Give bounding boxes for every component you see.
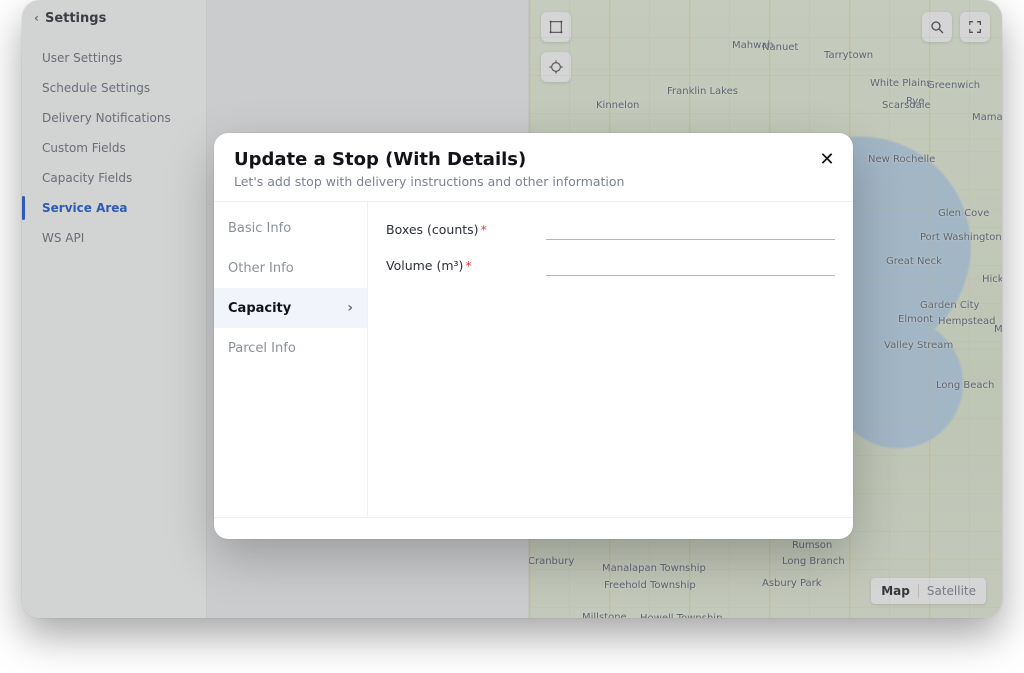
- map-city-label: Kinnelon: [596, 100, 639, 111]
- sidebar-item-custom-fields[interactable]: Custom Fields: [22, 134, 206, 162]
- field-row-boxes: Boxes (counts)*: [386, 218, 835, 240]
- map-city-label: Great Neck: [886, 256, 942, 267]
- crosshair-icon: [548, 59, 564, 75]
- polygon-icon: [548, 19, 564, 35]
- map-city-label: Long Beach: [936, 380, 994, 391]
- map-type-toggle[interactable]: Map Satellite: [871, 578, 986, 604]
- map-city-label: Franklin Lakes: [667, 86, 738, 97]
- map-city-label: Rumson: [792, 540, 832, 551]
- map-city-label: Nanuet: [762, 42, 798, 53]
- map-city-label: Elmont: [898, 314, 933, 325]
- tab-basic-info[interactable]: Basic Info: [214, 208, 367, 248]
- modal-subtitle: Let's add stop with delivery instruction…: [234, 174, 833, 189]
- map-city-label: White Plains: [870, 78, 932, 89]
- map-draw-controls: [541, 12, 571, 82]
- sidebar-item-label: Service Area: [42, 201, 128, 215]
- zoom-button[interactable]: [922, 12, 952, 42]
- chevron-right-icon: ›: [347, 300, 353, 316]
- tab-label: Parcel Info: [228, 341, 296, 356]
- close-button[interactable]: ✕: [815, 147, 839, 171]
- sidebar-item-label: WS API: [42, 231, 84, 245]
- map-city-label: Freehold Township: [604, 580, 696, 591]
- sidebar-item-schedule-settings[interactable]: Schedule Settings: [22, 74, 206, 102]
- sidebar-item-label: Delivery Notifications: [42, 111, 171, 125]
- map-city-label: Scarsdale: [882, 100, 931, 111]
- fullscreen-icon: [967, 19, 983, 35]
- settings-title: Settings: [45, 11, 106, 26]
- modal-footer: [214, 517, 853, 539]
- update-stop-modal: Update a Stop (With Details) Let's add s…: [214, 133, 853, 539]
- map-city-label: Mahwah: [732, 40, 774, 51]
- map-city-label: Valley Stream: [884, 340, 953, 351]
- locate-button[interactable]: [541, 52, 571, 82]
- sidebar-item-ws-api[interactable]: WS API: [22, 224, 206, 252]
- map-city-label: Cranbury: [529, 556, 574, 567]
- sidebar-item-label: Capacity Fields: [42, 171, 132, 185]
- map-city-label: Greenwich: [927, 80, 980, 91]
- map-city-label: Howell Township: [640, 613, 722, 618]
- tab-other-info[interactable]: Other Info: [214, 248, 367, 288]
- sidebar-item-label: User Settings: [42, 51, 122, 65]
- map-city-label: Rye: [906, 96, 924, 107]
- field-row-volume: Volume (m³)*: [386, 254, 835, 276]
- tab-label: Capacity: [228, 301, 291, 316]
- map-city-label: Millstone: [582, 612, 627, 618]
- map-type-satellite[interactable]: Satellite: [927, 584, 976, 598]
- tab-capacity[interactable]: Capacity ›: [214, 288, 367, 328]
- close-icon: ✕: [819, 149, 834, 170]
- modal-title: Update a Stop (With Details): [234, 149, 833, 170]
- volume-input[interactable]: [546, 254, 835, 276]
- tab-label: Other Info: [228, 261, 294, 276]
- sidebar-item-label: Schedule Settings: [42, 81, 150, 95]
- modal-body: Basic Info Other Info Capacity › Parcel …: [214, 202, 853, 517]
- sidebar-item-user-settings[interactable]: User Settings: [22, 44, 206, 72]
- map-city-label: New Rochelle: [868, 154, 935, 165]
- sidebar-item-delivery-notifications[interactable]: Delivery Notifications: [22, 104, 206, 132]
- separator: [918, 584, 919, 598]
- sidebar-item-label: Custom Fields: [42, 141, 126, 155]
- fullscreen-button[interactable]: [960, 12, 990, 42]
- map-city-label: Long Branch: [782, 556, 845, 567]
- chevron-left-icon: ‹: [34, 12, 39, 24]
- tab-label: Basic Info: [228, 221, 291, 236]
- polygon-tool-button[interactable]: [541, 12, 571, 42]
- tab-parcel-info[interactable]: Parcel Info: [214, 328, 367, 368]
- map-city-label: Hicksville: [982, 274, 1002, 285]
- field-label: Boxes (counts)*: [386, 222, 526, 237]
- map-city-label: Garden City: [920, 300, 979, 311]
- sidebar-item-service-area[interactable]: Service Area: [22, 194, 206, 222]
- map-city-label: Port Washington: [920, 232, 1002, 243]
- sidebar-item-capacity-fields[interactable]: Capacity Fields: [22, 164, 206, 192]
- modal-content: Boxes (counts)* Volume (m³)*: [368, 202, 853, 517]
- settings-sidebar: ‹ Settings User Settings Schedule Settin…: [22, 0, 207, 618]
- boxes-input[interactable]: [546, 218, 835, 240]
- map-city-label: Hempstead: [938, 316, 996, 327]
- modal-header: Update a Stop (With Details) Let's add s…: [214, 133, 853, 202]
- settings-back[interactable]: ‹ Settings: [22, 0, 206, 34]
- map-city-label: Manalapan Township: [602, 563, 706, 574]
- map-type-map[interactable]: Map: [881, 584, 910, 598]
- map-city-label: Tarrytown: [824, 50, 873, 61]
- map-view-controls: [922, 12, 990, 42]
- map-city-label: Mamaroneck: [972, 112, 1002, 123]
- field-label: Volume (m³)*: [386, 258, 526, 273]
- magnifier-icon: [929, 19, 945, 35]
- modal-tabs: Basic Info Other Info Capacity › Parcel …: [214, 202, 368, 517]
- settings-nav: User Settings Schedule Settings Delivery…: [22, 34, 206, 252]
- map-city-label: Glen Cove: [938, 208, 989, 219]
- map-city-label: Massape: [994, 324, 1002, 335]
- map-city-label: Asbury Park: [762, 578, 822, 589]
